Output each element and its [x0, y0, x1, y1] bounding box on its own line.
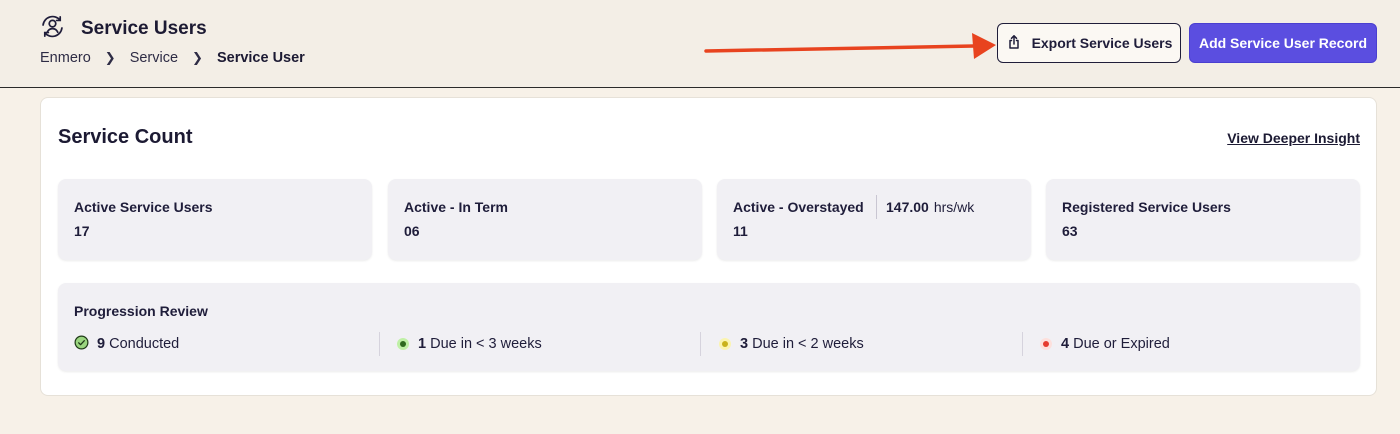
user-sync-icon: [40, 14, 65, 44]
stat-value: 17: [74, 223, 90, 239]
review-item-conducted: 9 Conducted: [74, 333, 179, 355]
review-count: 9: [97, 336, 106, 352]
service-count-title: Service Count: [58, 126, 193, 148]
hours-value: 147.00: [886, 199, 929, 215]
stat-value: 63: [1062, 223, 1078, 239]
review-label: Due or Expired: [1073, 336, 1170, 352]
breadcrumb-item-current: Service User: [216, 50, 305, 66]
review-label: Conducted: [109, 336, 180, 352]
page-title: Service Users: [81, 18, 207, 39]
stat-label: Registered Service Users: [1062, 199, 1231, 215]
review-count: 1: [418, 336, 427, 352]
review-count: 3: [740, 336, 749, 352]
chevron-right-icon: ❯: [104, 50, 116, 65]
overstayed-hours: 147.00 hrs/wk: [876, 195, 974, 219]
stat-value: 11: [733, 223, 748, 239]
review-label: Due in < 2 weeks: [752, 336, 864, 352]
review-count: 4: [1061, 336, 1070, 352]
breadcrumb-item-enmero[interactable]: Enmero: [40, 50, 91, 66]
review-item-due-2-weeks: 3 Due in < 2 weeks: [722, 333, 864, 355]
review-item-due-3-weeks: 1 Due in < 3 weeks: [400, 333, 542, 355]
hours-unit: hrs/wk: [933, 199, 975, 215]
stat-active-in-term: Active - In Term 06: [388, 179, 702, 260]
view-deeper-insight-link[interactable]: View Deeper Insight: [1227, 130, 1360, 146]
check-circle-icon: [74, 335, 89, 354]
stat-label: Active Service Users: [74, 199, 213, 215]
stat-active-overstayed: Active - Overstayed 11 147.00 hrs/wk: [717, 179, 1031, 260]
green-dot-icon: [400, 341, 406, 347]
divider: [379, 332, 380, 356]
divider: [700, 332, 701, 356]
add-button-label: Add Service User Record: [1198, 35, 1368, 51]
title-row: Service Users: [40, 14, 207, 44]
export-service-users-button[interactable]: Export Service Users: [997, 23, 1181, 63]
review-label: Due in < 3 weeks: [430, 336, 542, 352]
review-item-due-or-expired: 4 Due or Expired: [1043, 333, 1170, 355]
export-button-label: Export Service Users: [1031, 35, 1173, 51]
yellow-dot-icon: [722, 341, 728, 347]
red-dot-icon: [1043, 341, 1049, 347]
stat-registered-service-users: Registered Service Users 63: [1046, 179, 1360, 260]
breadcrumb-item-service[interactable]: Service: [130, 50, 178, 66]
divider: [1022, 332, 1023, 356]
annotation-arrow-icon: [704, 33, 996, 59]
page-header: Service Users Enmero ❯ Service ❯ Service…: [0, 0, 1400, 88]
service-count-card: Service Count View Deeper Insight Active…: [40, 97, 1377, 396]
stat-label: Active - In Term: [404, 199, 508, 215]
stat-label: Active - Overstayed: [733, 199, 864, 215]
progression-review-panel: Progression Review 9 Conducted 1 Due in …: [58, 283, 1360, 371]
progression-review-title: Progression Review: [74, 303, 208, 319]
breadcrumb: Enmero ❯ Service ❯ Service User: [40, 50, 305, 66]
stat-active-service-users: Active Service Users 17: [58, 179, 372, 260]
stat-value: 06: [404, 223, 420, 239]
share-export-icon: [1006, 34, 1022, 53]
add-service-user-record-button[interactable]: Add Service User Record: [1189, 23, 1377, 63]
chevron-right-icon: ❯: [192, 50, 203, 65]
